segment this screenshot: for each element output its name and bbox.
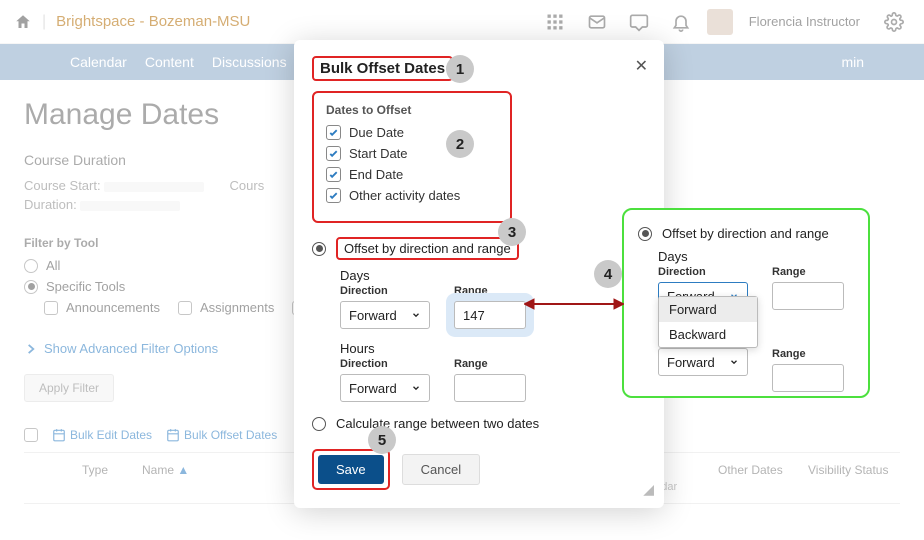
hours-direction-select[interactable]: Forward bbox=[340, 374, 430, 402]
resize-grip-icon[interactable]: ◢ bbox=[643, 481, 654, 498]
step-badge-1: 1 bbox=[446, 55, 474, 83]
chk-other-dates[interactable]: Other activity dates bbox=[326, 188, 498, 203]
radio-calculate-range[interactable]: Calculate range between two dates bbox=[312, 416, 646, 431]
gear-icon[interactable] bbox=[884, 12, 904, 32]
nav-content[interactable]: Content bbox=[145, 54, 194, 70]
bell-icon[interactable] bbox=[671, 12, 691, 32]
bulk-offset-link[interactable]: Bulk Offset Dates bbox=[166, 428, 277, 442]
course-label: Cours bbox=[230, 178, 265, 193]
callout-radio-offset[interactable]: Offset by direction and range bbox=[638, 226, 854, 241]
th-type[interactable]: Type bbox=[74, 453, 134, 503]
hours-label: Hours bbox=[340, 341, 646, 356]
apps-icon[interactable] bbox=[545, 12, 565, 32]
topbar: | Brightspace - Bozeman-MSU Florencia In… bbox=[0, 0, 924, 44]
step-badge-5: 5 bbox=[368, 426, 396, 454]
chk-assignments[interactable]: Assignments bbox=[178, 300, 274, 315]
range-label: Range bbox=[454, 358, 526, 370]
fieldset-legend: Dates to Offset bbox=[326, 103, 498, 117]
hours-range-input[interactable] bbox=[454, 374, 526, 402]
course-start-label: Course Start: bbox=[24, 178, 101, 193]
range-label: Range bbox=[454, 285, 526, 297]
chat-icon[interactable] bbox=[629, 12, 649, 32]
app-title[interactable]: Brightspace - Bozeman-MSU bbox=[56, 13, 250, 30]
direction-dropdown-list: Forward Backward bbox=[658, 296, 758, 348]
nav-calendar[interactable]: Calendar bbox=[70, 54, 127, 70]
step-badge-3: 3 bbox=[498, 218, 526, 246]
callout-hours-direction-select[interactable]: Forward bbox=[658, 348, 748, 376]
nav-discussions[interactable]: Discussions bbox=[212, 54, 287, 70]
direction-label: Direction bbox=[340, 358, 430, 370]
blurred-value bbox=[80, 201, 180, 211]
double-arrow-icon bbox=[524, 296, 624, 312]
chk-end-date[interactable]: End Date bbox=[326, 167, 498, 182]
save-button-highlight: Save bbox=[312, 449, 390, 490]
th-visibility[interactable]: Visibility Status bbox=[800, 453, 900, 503]
step-badge-4: 4 bbox=[594, 260, 622, 288]
dates-to-offset-fieldset: Dates to Offset Due Date Start Date End … bbox=[312, 91, 512, 223]
apply-filter-button[interactable]: Apply Filter bbox=[24, 374, 114, 402]
radio-offset-direction[interactable]: Offset by direction and range bbox=[312, 237, 646, 260]
select-all-checkbox[interactable] bbox=[24, 428, 38, 442]
dropdown-option-backward[interactable]: Backward bbox=[659, 322, 757, 347]
bulk-edit-link[interactable]: Bulk Edit Dates bbox=[52, 428, 152, 442]
chk-announcements[interactable]: Announcements bbox=[44, 300, 160, 315]
dropdown-option-forward[interactable]: Forward bbox=[659, 297, 757, 322]
divider: | bbox=[42, 13, 46, 31]
days-range-input[interactable]: 147 bbox=[454, 301, 526, 329]
avatar[interactable] bbox=[707, 9, 733, 35]
days-direction-select[interactable]: Forward bbox=[340, 301, 430, 329]
cancel-button[interactable]: Cancel bbox=[402, 454, 480, 485]
username[interactable]: Florencia Instructor bbox=[749, 14, 860, 29]
save-button[interactable]: Save bbox=[318, 455, 384, 484]
home-icon[interactable] bbox=[14, 13, 32, 31]
duration-label: Duration: bbox=[24, 197, 77, 212]
mail-icon[interactable] bbox=[587, 12, 607, 32]
direction-label: Direction bbox=[340, 285, 430, 297]
step-badge-2: 2 bbox=[446, 130, 474, 158]
nav-cut-right[interactable]: min bbox=[841, 54, 864, 70]
dialog-title: Bulk Offset Dates bbox=[312, 56, 453, 81]
blurred-value bbox=[104, 182, 204, 192]
th-other[interactable]: Other Dates bbox=[710, 453, 800, 503]
callout-hours-range-input[interactable] bbox=[772, 364, 844, 392]
direction-dropdown-callout: Offset by direction and range Days Direc… bbox=[622, 208, 870, 398]
callout-days-range-input[interactable] bbox=[772, 282, 844, 310]
close-icon[interactable]: ✕ bbox=[635, 56, 648, 76]
